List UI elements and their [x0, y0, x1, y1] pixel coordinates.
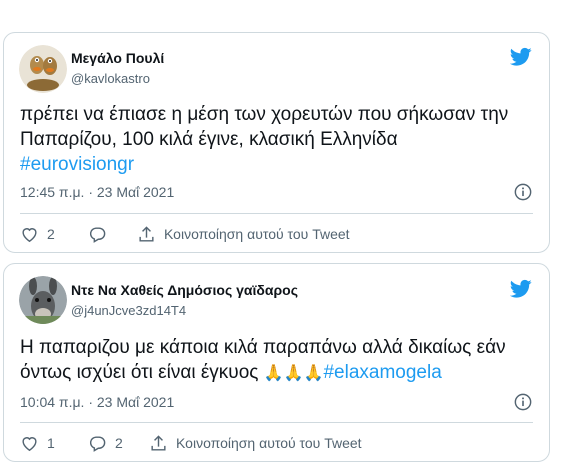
tweet-card[interactable]: Ντε Να Χαθείς Δημόσιος γαϊδαρος @j4unJcv…	[3, 263, 550, 462]
avatar[interactable]	[19, 45, 67, 93]
tweet-timestamp[interactable]: 12:45 π.μ. · 23 Μαΐ 2021	[20, 184, 174, 200]
reply-count: 2	[115, 435, 123, 451]
divider	[20, 422, 533, 423]
share-label: Κοινοποίηση αυτού του Tweet	[164, 226, 350, 242]
duck-avatar-icon	[19, 45, 67, 93]
twitter-bird-icon[interactable]	[510, 47, 532, 67]
share-label: Κοινοποίηση αυτού του Tweet	[176, 435, 362, 451]
info-icon[interactable]	[514, 393, 532, 411]
info-icon[interactable]	[514, 183, 532, 201]
tweet-actions: 2 Κοινοποίηση αυτού του Tweet	[20, 223, 533, 245]
hashtag-link[interactable]: #elaxamogela	[323, 362, 441, 383]
tweet-text: πρέπει να έπιασε η μέση των χορευτών που…	[20, 102, 531, 177]
share-icon	[151, 434, 166, 451]
tweet-timestamp[interactable]: 10:04 π.μ. · 23 Μαΐ 2021	[20, 394, 174, 410]
reply-bubble-icon	[89, 226, 106, 243]
like-count: 1	[47, 435, 55, 451]
author-handle[interactable]: @j4unJcve3zd14T4	[71, 303, 186, 318]
share-button[interactable]: Κοινοποίηση αυτού του Tweet	[137, 223, 350, 245]
heart-icon	[22, 436, 37, 451]
twitter-bird-icon[interactable]	[510, 279, 532, 299]
reply-button[interactable]: 2	[88, 432, 123, 454]
like-count: 2	[47, 226, 55, 242]
tweet-actions: 1 2 Κοινοποίηση αυτού του Tweet	[20, 432, 533, 454]
share-button[interactable]: Κοινοποίηση αυτού του Tweet	[149, 432, 362, 454]
heart-icon	[22, 227, 37, 242]
author-name[interactable]: Μεγάλο Πουλί	[71, 50, 164, 66]
author-name[interactable]: Ντε Να Χαθείς Δημόσιος γαϊδαρος	[71, 282, 298, 298]
tweet-card[interactable]: Μεγάλο Πουλί @kavlokastro πρέπει να έπια…	[3, 32, 550, 253]
share-icon	[139, 225, 154, 242]
like-button[interactable]: 1	[20, 432, 55, 454]
donkey-avatar-icon	[19, 276, 67, 324]
reply-button[interactable]	[88, 223, 115, 245]
like-button[interactable]: 2	[20, 223, 55, 245]
author-handle[interactable]: @kavlokastro	[71, 71, 150, 86]
hashtag-link[interactable]: #eurovisiongr	[20, 154, 134, 175]
praying-hands-emoji: 🙏🙏🙏	[263, 365, 324, 382]
divider	[20, 213, 533, 214]
avatar[interactable]	[19, 276, 67, 324]
reply-bubble-icon	[89, 435, 106, 452]
tweet-body: πρέπει να έπιασε η μέση των χορευτών που…	[20, 104, 509, 150]
tweet-text: Η παπαριζου με κάποια κιλά παραπάνω αλλά…	[20, 335, 531, 386]
